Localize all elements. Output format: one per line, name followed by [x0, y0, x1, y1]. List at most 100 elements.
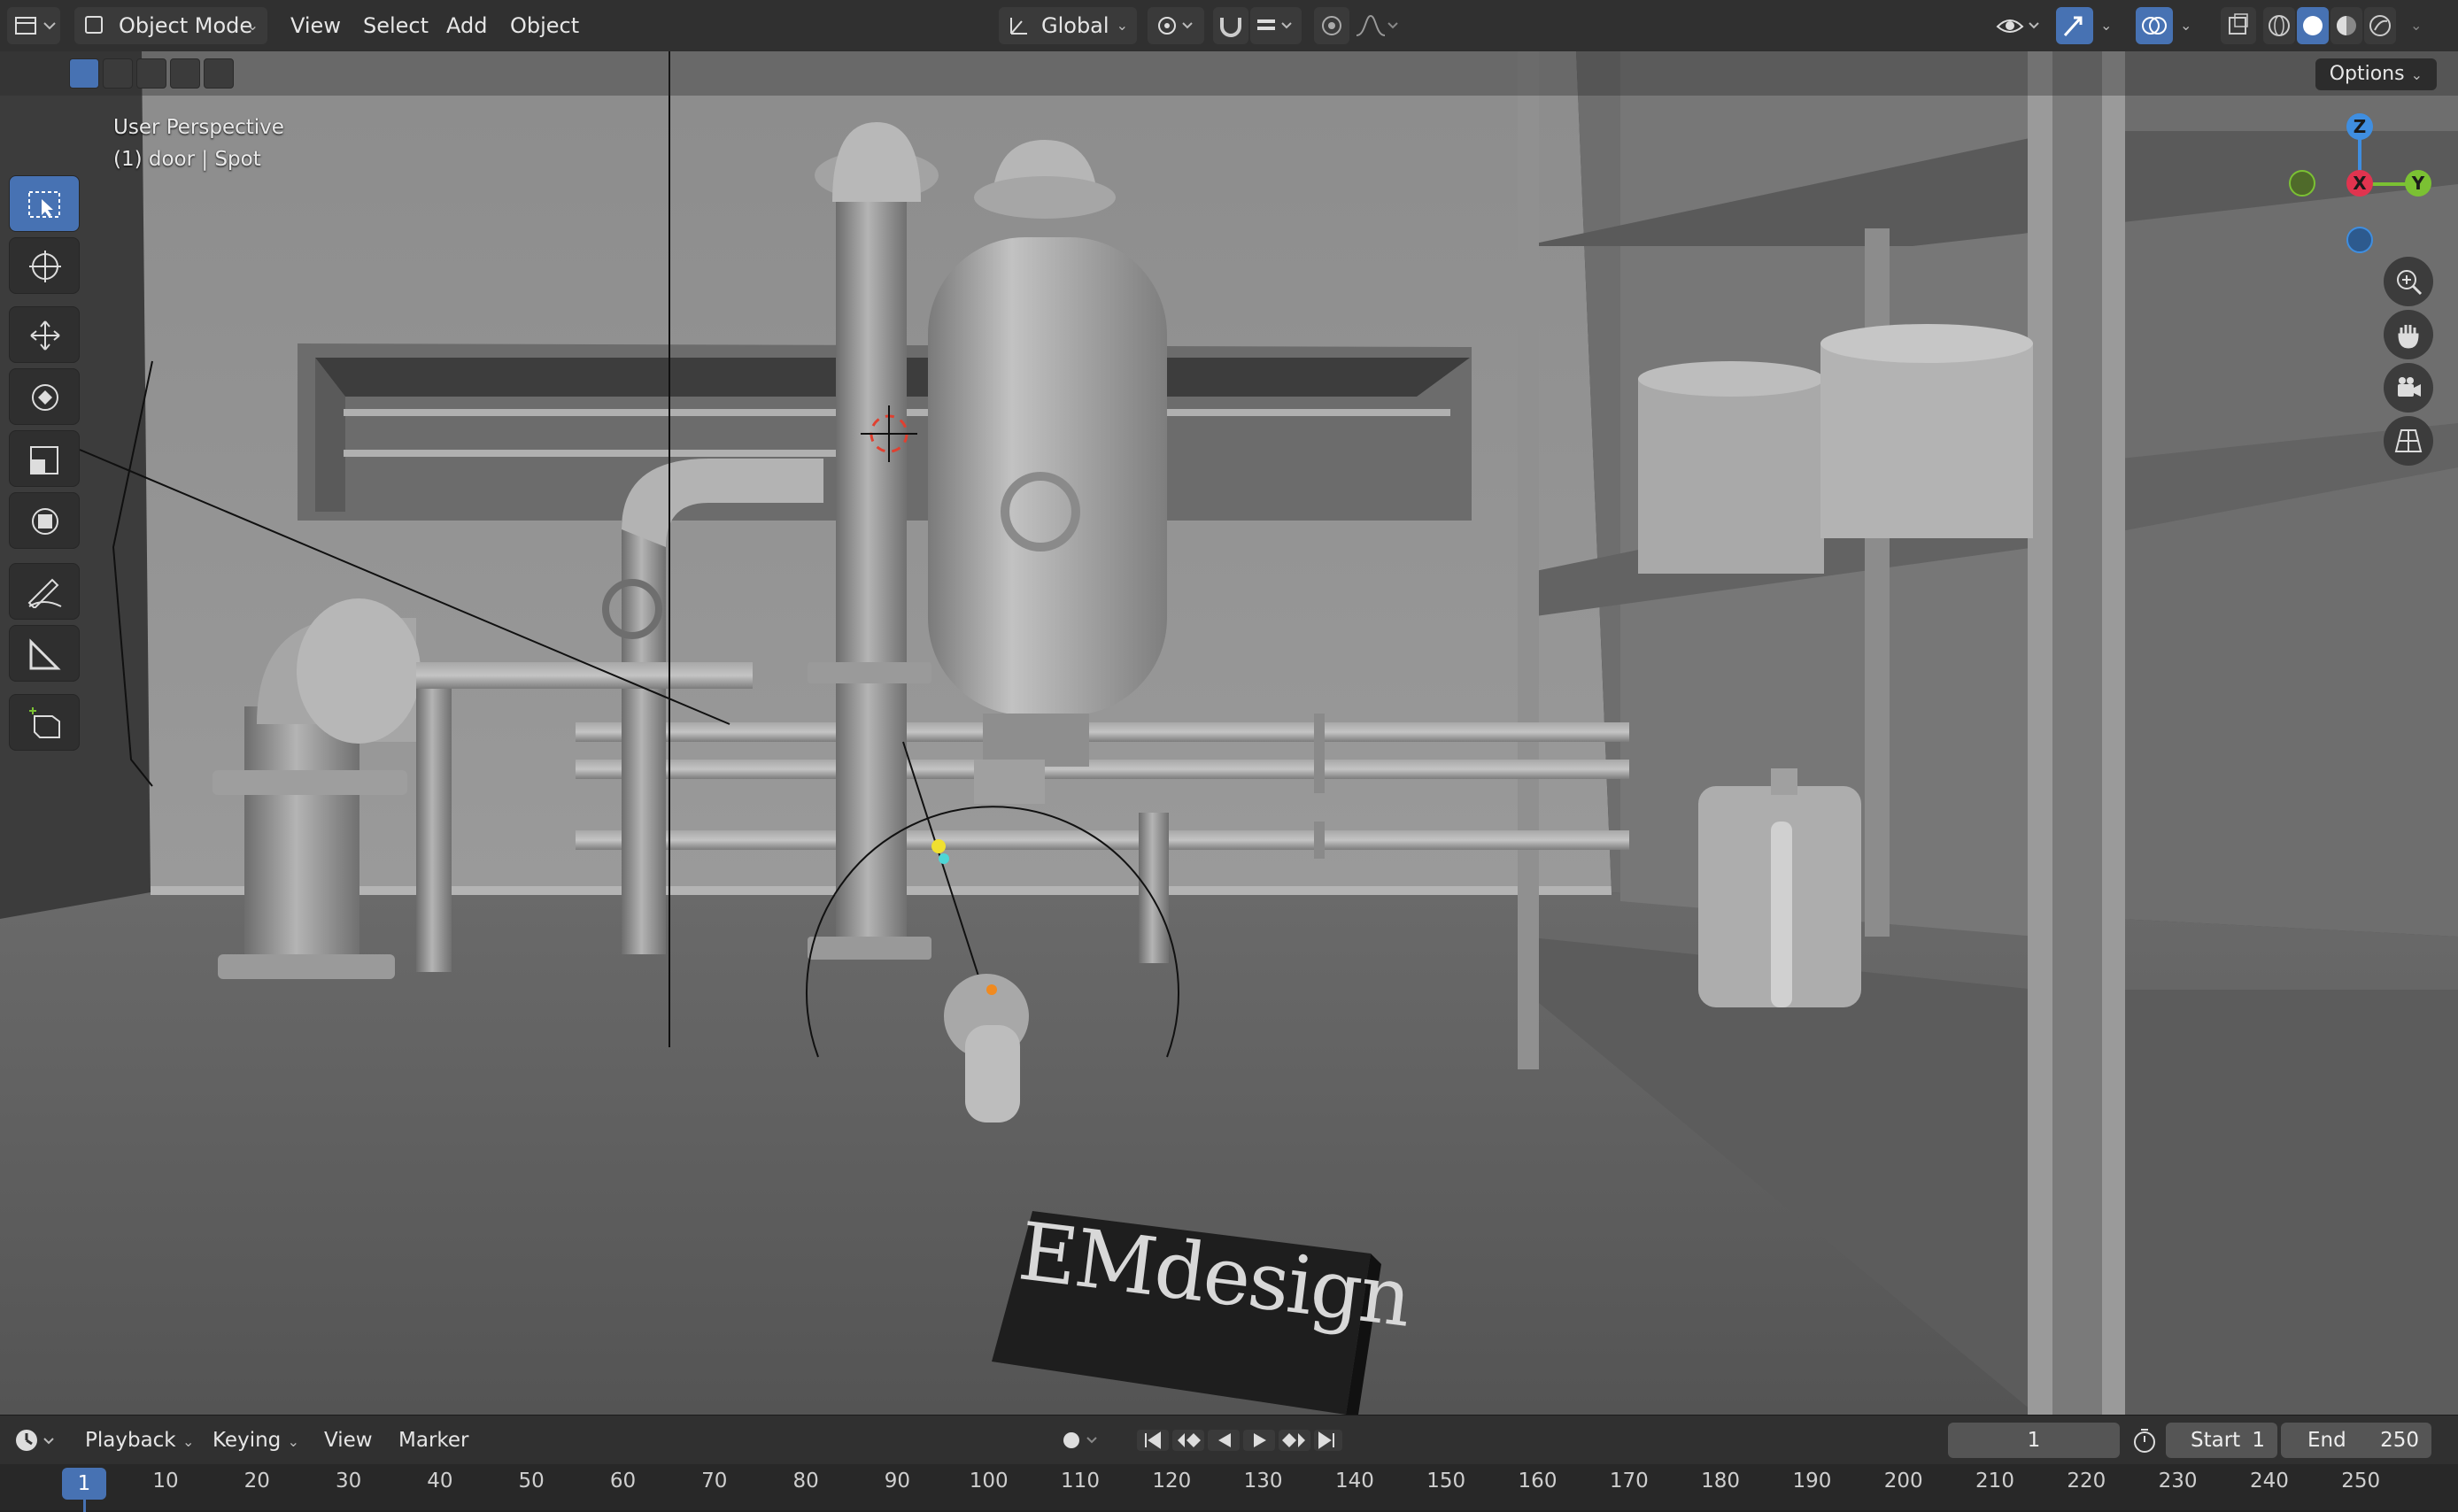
move-icon — [30, 320, 60, 351]
select-subtract-icon[interactable] — [136, 58, 166, 89]
play-reverse-icon[interactable] — [1208, 1430, 1240, 1451]
gizmo-x-axis[interactable]: X — [2346, 170, 2373, 197]
options-dropdown[interactable]: Options ⌄ — [2315, 58, 2437, 90]
select-box-tool[interactable] — [9, 175, 80, 232]
shading-rendered[interactable] — [2364, 7, 2396, 44]
mode-dropdown[interactable]: Object Mode ⌄ — [74, 7, 267, 44]
ruler-tick-label: 10 — [152, 1470, 179, 1493]
move-tool[interactable] — [9, 306, 80, 363]
gizmo-dropdown[interactable]: ⌄ — [2095, 7, 2122, 44]
select-extend-icon[interactable] — [103, 58, 133, 89]
xray-icon — [2229, 13, 2248, 35]
falloff-dropdown[interactable] — [1351, 7, 1403, 44]
xray-toggle[interactable] — [2221, 7, 2256, 44]
ruler-tick-label: 100 — [969, 1470, 1009, 1493]
measure-icon — [29, 638, 61, 670]
proportional-edit-toggle[interactable] — [1314, 7, 1349, 44]
select-difference-icon[interactable] — [170, 58, 200, 89]
add-cube-tool[interactable] — [9, 694, 80, 751]
start-frame-field[interactable]: Start 1 — [2166, 1423, 2277, 1458]
ruler-tick-label: 120 — [1152, 1470, 1192, 1493]
gizmo-y-axis[interactable]: Y — [2405, 170, 2431, 197]
falloff-curve-icon — [1356, 14, 1398, 36]
end-label: End — [2307, 1429, 2346, 1452]
menu-object[interactable]: Object — [510, 7, 579, 44]
jump-keyframe-forward-icon[interactable] — [1279, 1430, 1310, 1451]
ruler-tick-label: 130 — [1243, 1470, 1283, 1493]
start-value: 1 — [2252, 1429, 2265, 1452]
jump-keyframe-back-icon[interactable] — [1172, 1430, 1204, 1451]
transform-tool[interactable] — [9, 492, 80, 549]
shading-dropdown[interactable]: ⌄ — [2401, 7, 2437, 44]
3d-viewport[interactable]: Options ⌄ User Perspective (1) door | Sp… — [0, 51, 2458, 1415]
transform-orientation-dropdown[interactable]: Global ⌄ — [999, 7, 1137, 44]
ruler-tick-label: 50 — [518, 1470, 545, 1493]
current-frame-indicator[interactable]: 1 — [62, 1468, 106, 1500]
ruler-tick-label: 60 — [609, 1470, 637, 1493]
zoom-view-button[interactable] — [2384, 257, 2433, 306]
ruler-tick-label: 40 — [427, 1470, 453, 1493]
camera-view-button[interactable] — [2384, 363, 2433, 413]
auto-keying-toggle[interactable] — [1055, 1426, 1107, 1454]
perspective-label: User Perspective — [113, 116, 284, 139]
scale-icon — [30, 446, 58, 474]
overlays-toggle[interactable] — [2136, 7, 2173, 44]
select-new-icon[interactable] — [69, 58, 99, 89]
pivot-point-button[interactable] — [1148, 7, 1204, 44]
end-frame-field[interactable]: End 250 — [2281, 1423, 2431, 1458]
editor-type-icon — [15, 17, 56, 35]
gizmo-neg-z-axis[interactable] — [2346, 227, 2373, 253]
ruler-tick-label: 30 — [335, 1470, 362, 1493]
rotate-tool[interactable] — [9, 368, 80, 425]
menu-marker[interactable]: Marker — [398, 1416, 469, 1465]
chevron-down-icon: ⌄ — [2100, 17, 2113, 34]
options-label: Options — [2329, 63, 2405, 85]
wireframe-sphere-icon — [2269, 15, 2290, 36]
cursor-tool[interactable] — [9, 237, 80, 294]
play-icon[interactable] — [1243, 1430, 1275, 1451]
menu-add[interactable]: Add — [446, 7, 487, 44]
chevron-down-icon: ⌄ — [287, 1433, 299, 1450]
current-frame-field[interactable]: 1 — [1948, 1423, 2120, 1458]
timeline-ruler[interactable]: 1 10 20 30 40 50 60 70 80 90 100 110 120 130 140 150 16… — [0, 1464, 2458, 1512]
overlays-dropdown[interactable]: ⌄ — [2175, 7, 2201, 44]
ruler-tick-label: 170 — [1609, 1470, 1649, 1493]
menu-playback[interactable]: Playback ⌄ — [85, 1416, 194, 1465]
record-icon — [1063, 1432, 1097, 1448]
eye-icon — [1996, 19, 2039, 33]
menu-select[interactable]: Select — [363, 7, 429, 44]
measure-tool[interactable] — [9, 625, 80, 682]
ruler-tick-label: 220 — [2067, 1470, 2106, 1493]
transform-icon — [32, 508, 58, 535]
scale-tool[interactable] — [9, 430, 80, 487]
menu-view[interactable]: View — [290, 7, 341, 44]
gizmo-z-axis[interactable]: Z — [2346, 113, 2373, 140]
orientation-label: Global — [1041, 13, 1109, 38]
editor-type-button[interactable] — [7, 7, 60, 44]
visibility-dropdown[interactable] — [1992, 7, 2047, 44]
pan-view-button[interactable] — [2384, 310, 2433, 359]
rotate-icon — [32, 384, 58, 411]
gizmo-neg-y-axis[interactable] — [2289, 170, 2315, 197]
shading-material[interactable] — [2330, 7, 2362, 44]
gizmo-toggle[interactable] — [2056, 7, 2093, 44]
menu-timeline-view[interactable]: View — [324, 1416, 373, 1465]
viewport-header: Object Mode ⌄ View Select Add Object Glo… — [0, 0, 2458, 52]
timeline-editor-type[interactable] — [9, 1424, 62, 1456]
ruler-tick-label: 140 — [1334, 1470, 1374, 1493]
stopwatch-icon — [2134, 1429, 2155, 1453]
jump-start-icon[interactable] — [1137, 1430, 1169, 1451]
shading-solid[interactable] — [2297, 7, 2329, 44]
preview-range-toggle[interactable] — [2129, 1426, 2160, 1454]
snap-toggle[interactable] — [1213, 7, 1248, 44]
annotate-tool[interactable] — [9, 563, 80, 620]
chevron-down-icon: ⌄ — [2410, 66, 2423, 83]
jump-end-icon[interactable] — [1314, 1430, 1342, 1451]
perspective-toggle-button[interactable] — [2384, 416, 2433, 466]
shading-wireframe[interactable] — [2263, 7, 2295, 44]
hand-icon — [2398, 325, 2419, 349]
snap-target-dropdown[interactable] — [1250, 7, 1302, 44]
select-intersect-icon[interactable] — [204, 58, 234, 89]
menu-keying[interactable]: Keying ⌄ — [213, 1416, 299, 1465]
playback-label: Playback — [85, 1429, 176, 1452]
